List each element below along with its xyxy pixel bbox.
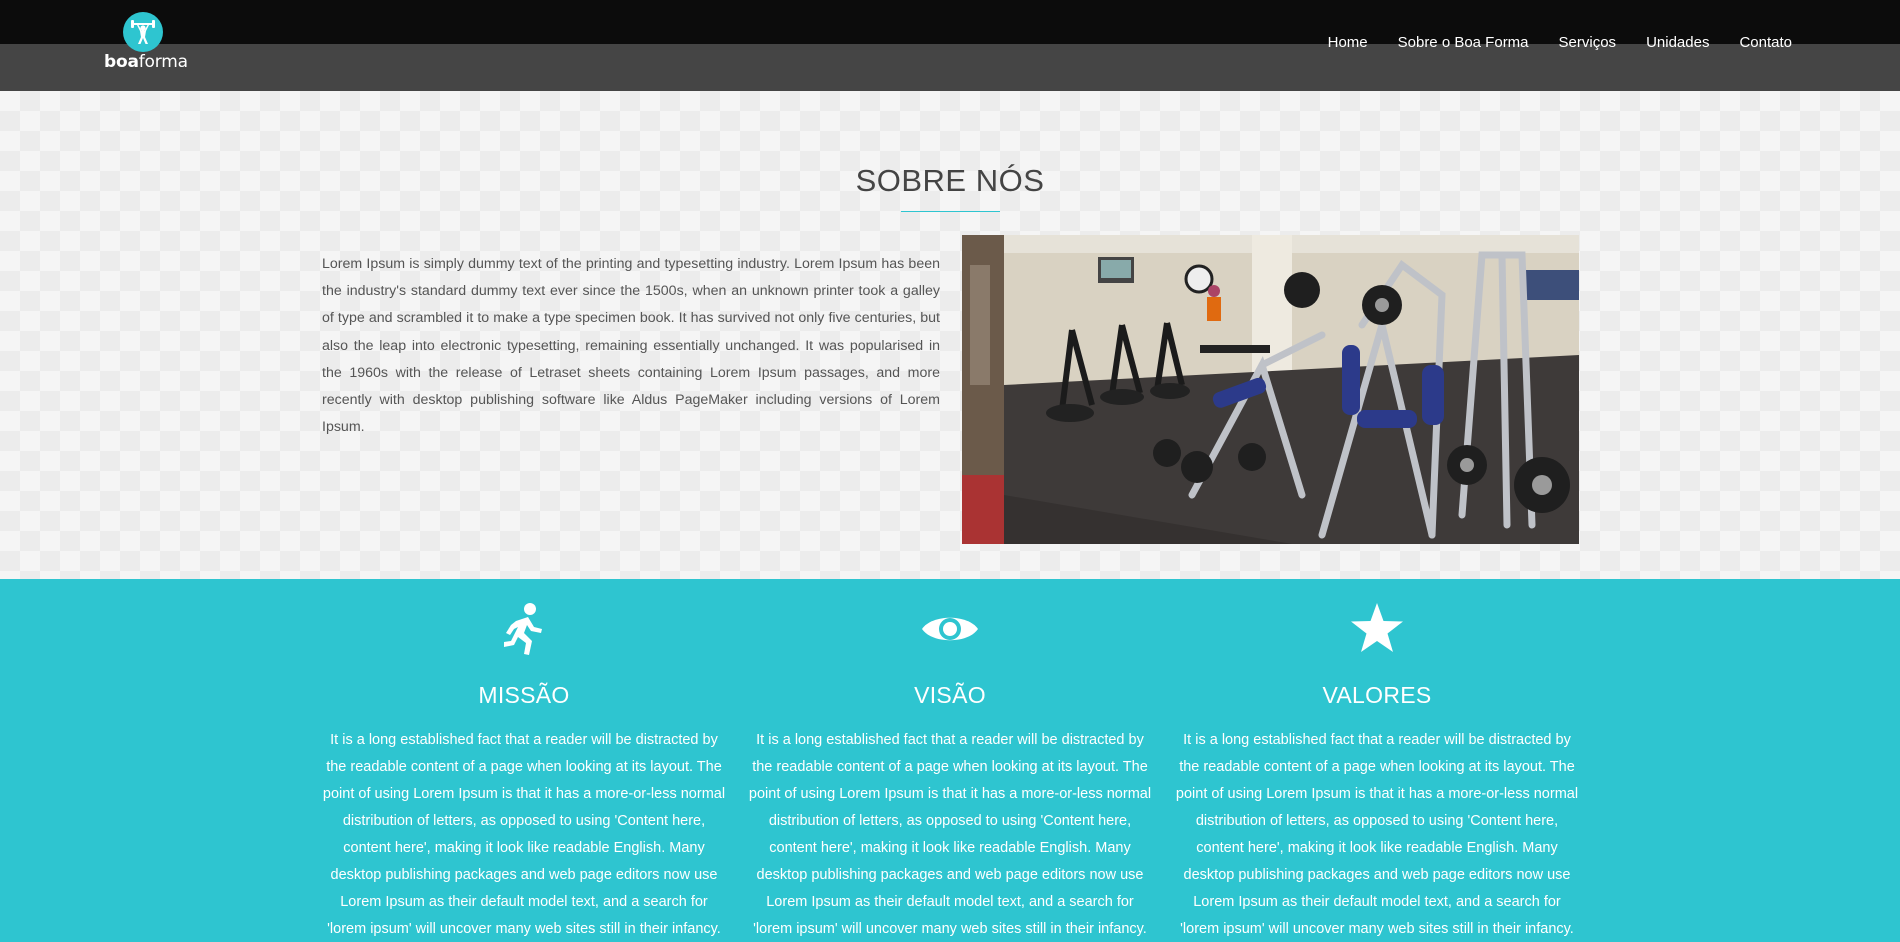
brand-wordmark: boaforma (104, 52, 188, 72)
feature-title: VISÃO (914, 682, 986, 708)
feature-text: It is a long established fact that a rea… (748, 732, 1152, 937)
running-person-icon (494, 599, 554, 659)
weightlifter-icon (123, 12, 163, 52)
nav-sobre[interactable]: Sobre o Boa Forma (1398, 34, 1529, 51)
main-nav: Home Sobre o Boa Forma Serviços Unidades… (1298, 34, 1792, 51)
nav-contato[interactable]: Contato (1739, 34, 1792, 51)
nav-unidades[interactable]: Unidades (1646, 34, 1709, 51)
brand-logo[interactable]: boaforma (100, 12, 190, 72)
feature-title: VALORES (1322, 682, 1432, 708)
gym-photo (962, 235, 1579, 544)
feature-text: It is a long established fact that a rea… (1175, 732, 1579, 937)
about-text: Lorem Ipsum is simply dummy text of the … (322, 256, 940, 436)
nav-home[interactable]: Home (1328, 34, 1368, 51)
gym-carousel[interactable] (962, 235, 1579, 544)
star-icon (1347, 599, 1407, 659)
title-divider (901, 211, 1000, 212)
eye-icon (920, 599, 980, 659)
navbar (0, 44, 1900, 91)
about-title: SOBRE NÓS (855, 163, 1045, 198)
feature-text: It is a long established fact that a rea… (322, 732, 726, 937)
features-section: MISSÃO It is a long established fact tha… (0, 579, 1900, 942)
feature-title: MISSÃO (478, 682, 570, 708)
about-section: SOBRE NÓS Lorem Ipsum is simply dummy te… (0, 91, 1900, 605)
nav-servicos[interactable]: Serviços (1559, 34, 1617, 51)
